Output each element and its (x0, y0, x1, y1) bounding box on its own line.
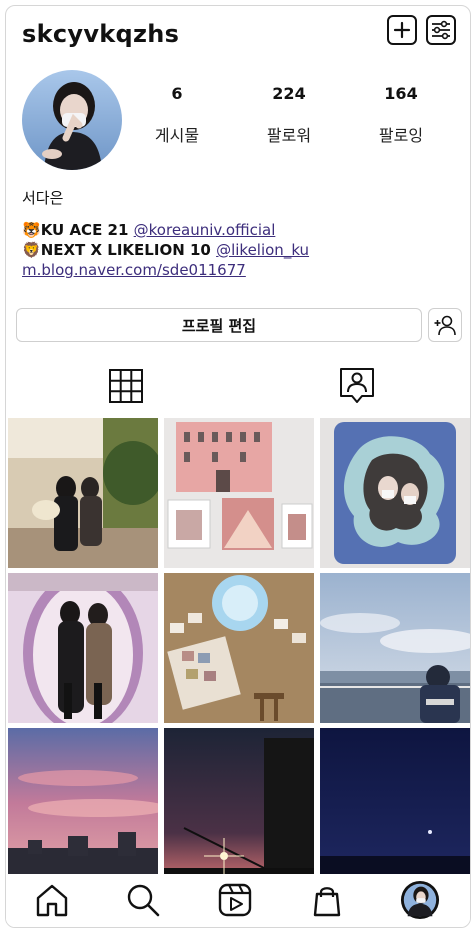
nav-shop[interactable] (307, 880, 347, 920)
avatar (400, 880, 440, 920)
bio-line-2-text: NEXT X LIKELION 10 (40, 241, 211, 259)
home-icon (36, 884, 68, 917)
profile-name: 서다은 (22, 189, 64, 207)
posts-count: 6 (171, 84, 183, 103)
post-image (320, 418, 470, 568)
shopping-bag-icon (313, 887, 341, 917)
stat-posts[interactable]: 6 게시물 (137, 84, 217, 146)
stat-followers[interactable]: 224 팔로워 (249, 84, 329, 146)
nav-search[interactable] (123, 880, 163, 920)
post-thumbnail[interactable] (8, 728, 158, 878)
bio-line-1: 🐯KU ACE 21 @koreauniv.official (22, 220, 309, 240)
post-image (164, 418, 314, 568)
app-frame: skcyvkqzhs 6 게시물 224 팔로워 164 팔로잉 서다은 🐯KU… (5, 5, 471, 928)
reels-icon (218, 883, 252, 917)
followers-count: 224 (272, 84, 306, 103)
bottom-nav (6, 874, 470, 927)
tab-posts-grid[interactable] (106, 364, 146, 408)
bio-line-2: 🦁NEXT X LIKELION 10 @likelion_ku (22, 240, 309, 260)
create-post-button[interactable] (387, 15, 417, 45)
username: skcyvkqzhs (22, 20, 180, 48)
following-count: 164 (384, 84, 418, 103)
lion-emoji: 🦁 (22, 241, 41, 259)
nav-reels[interactable] (215, 880, 255, 920)
post-image (8, 728, 158, 878)
post-thumbnail[interactable] (320, 728, 470, 878)
followers-label: 팔로워 (266, 126, 312, 145)
stat-following[interactable]: 164 팔로잉 (361, 84, 441, 146)
post-image (8, 418, 158, 568)
posts-label: 게시물 (154, 126, 200, 145)
profile-header: skcyvkqzhs (6, 6, 470, 62)
plus-square-icon (393, 21, 411, 39)
profile-avatar[interactable] (22, 70, 122, 170)
profile-bio: 서다은 🐯KU ACE 21 @koreauniv.official 🦁NEXT… (22, 188, 309, 280)
post-thumbnail[interactable] (8, 573, 158, 723)
post-image (164, 573, 314, 723)
add-person-icon (434, 315, 456, 336)
posts-grid (8, 418, 470, 878)
tiger-emoji: 🐯 (22, 221, 41, 239)
grid-icon (109, 369, 143, 403)
profile-photo (22, 70, 122, 170)
post-thumbnail[interactable] (164, 418, 314, 568)
settings-button[interactable] (426, 15, 456, 45)
post-thumbnail[interactable] (164, 728, 314, 878)
following-label: 팔로잉 (378, 126, 424, 145)
mention-koreauniv[interactable]: @koreauniv.official (134, 221, 276, 239)
discover-people-button[interactable] (428, 308, 462, 342)
settings-sliders-icon (432, 20, 450, 40)
post-image (8, 573, 158, 723)
bio-link[interactable]: m.blog.naver.com/sde011677 (22, 260, 309, 280)
post-image (320, 573, 470, 723)
search-icon (127, 884, 160, 917)
nav-home[interactable] (32, 880, 72, 920)
tagged-icon (340, 368, 374, 403)
mention-likelion[interactable]: @likelion_ku (216, 241, 309, 259)
post-image (164, 728, 314, 878)
post-thumbnail[interactable] (164, 573, 314, 723)
post-image (320, 728, 470, 878)
tab-tagged[interactable] (337, 364, 377, 408)
post-thumbnail[interactable] (320, 418, 470, 568)
post-thumbnail[interactable] (8, 418, 158, 568)
nav-profile[interactable] (400, 880, 440, 920)
bio-line-1-text: KU ACE 21 (40, 221, 129, 239)
edit-profile-button[interactable]: 프로필 편집 (16, 308, 422, 342)
post-thumbnail[interactable] (320, 573, 470, 723)
